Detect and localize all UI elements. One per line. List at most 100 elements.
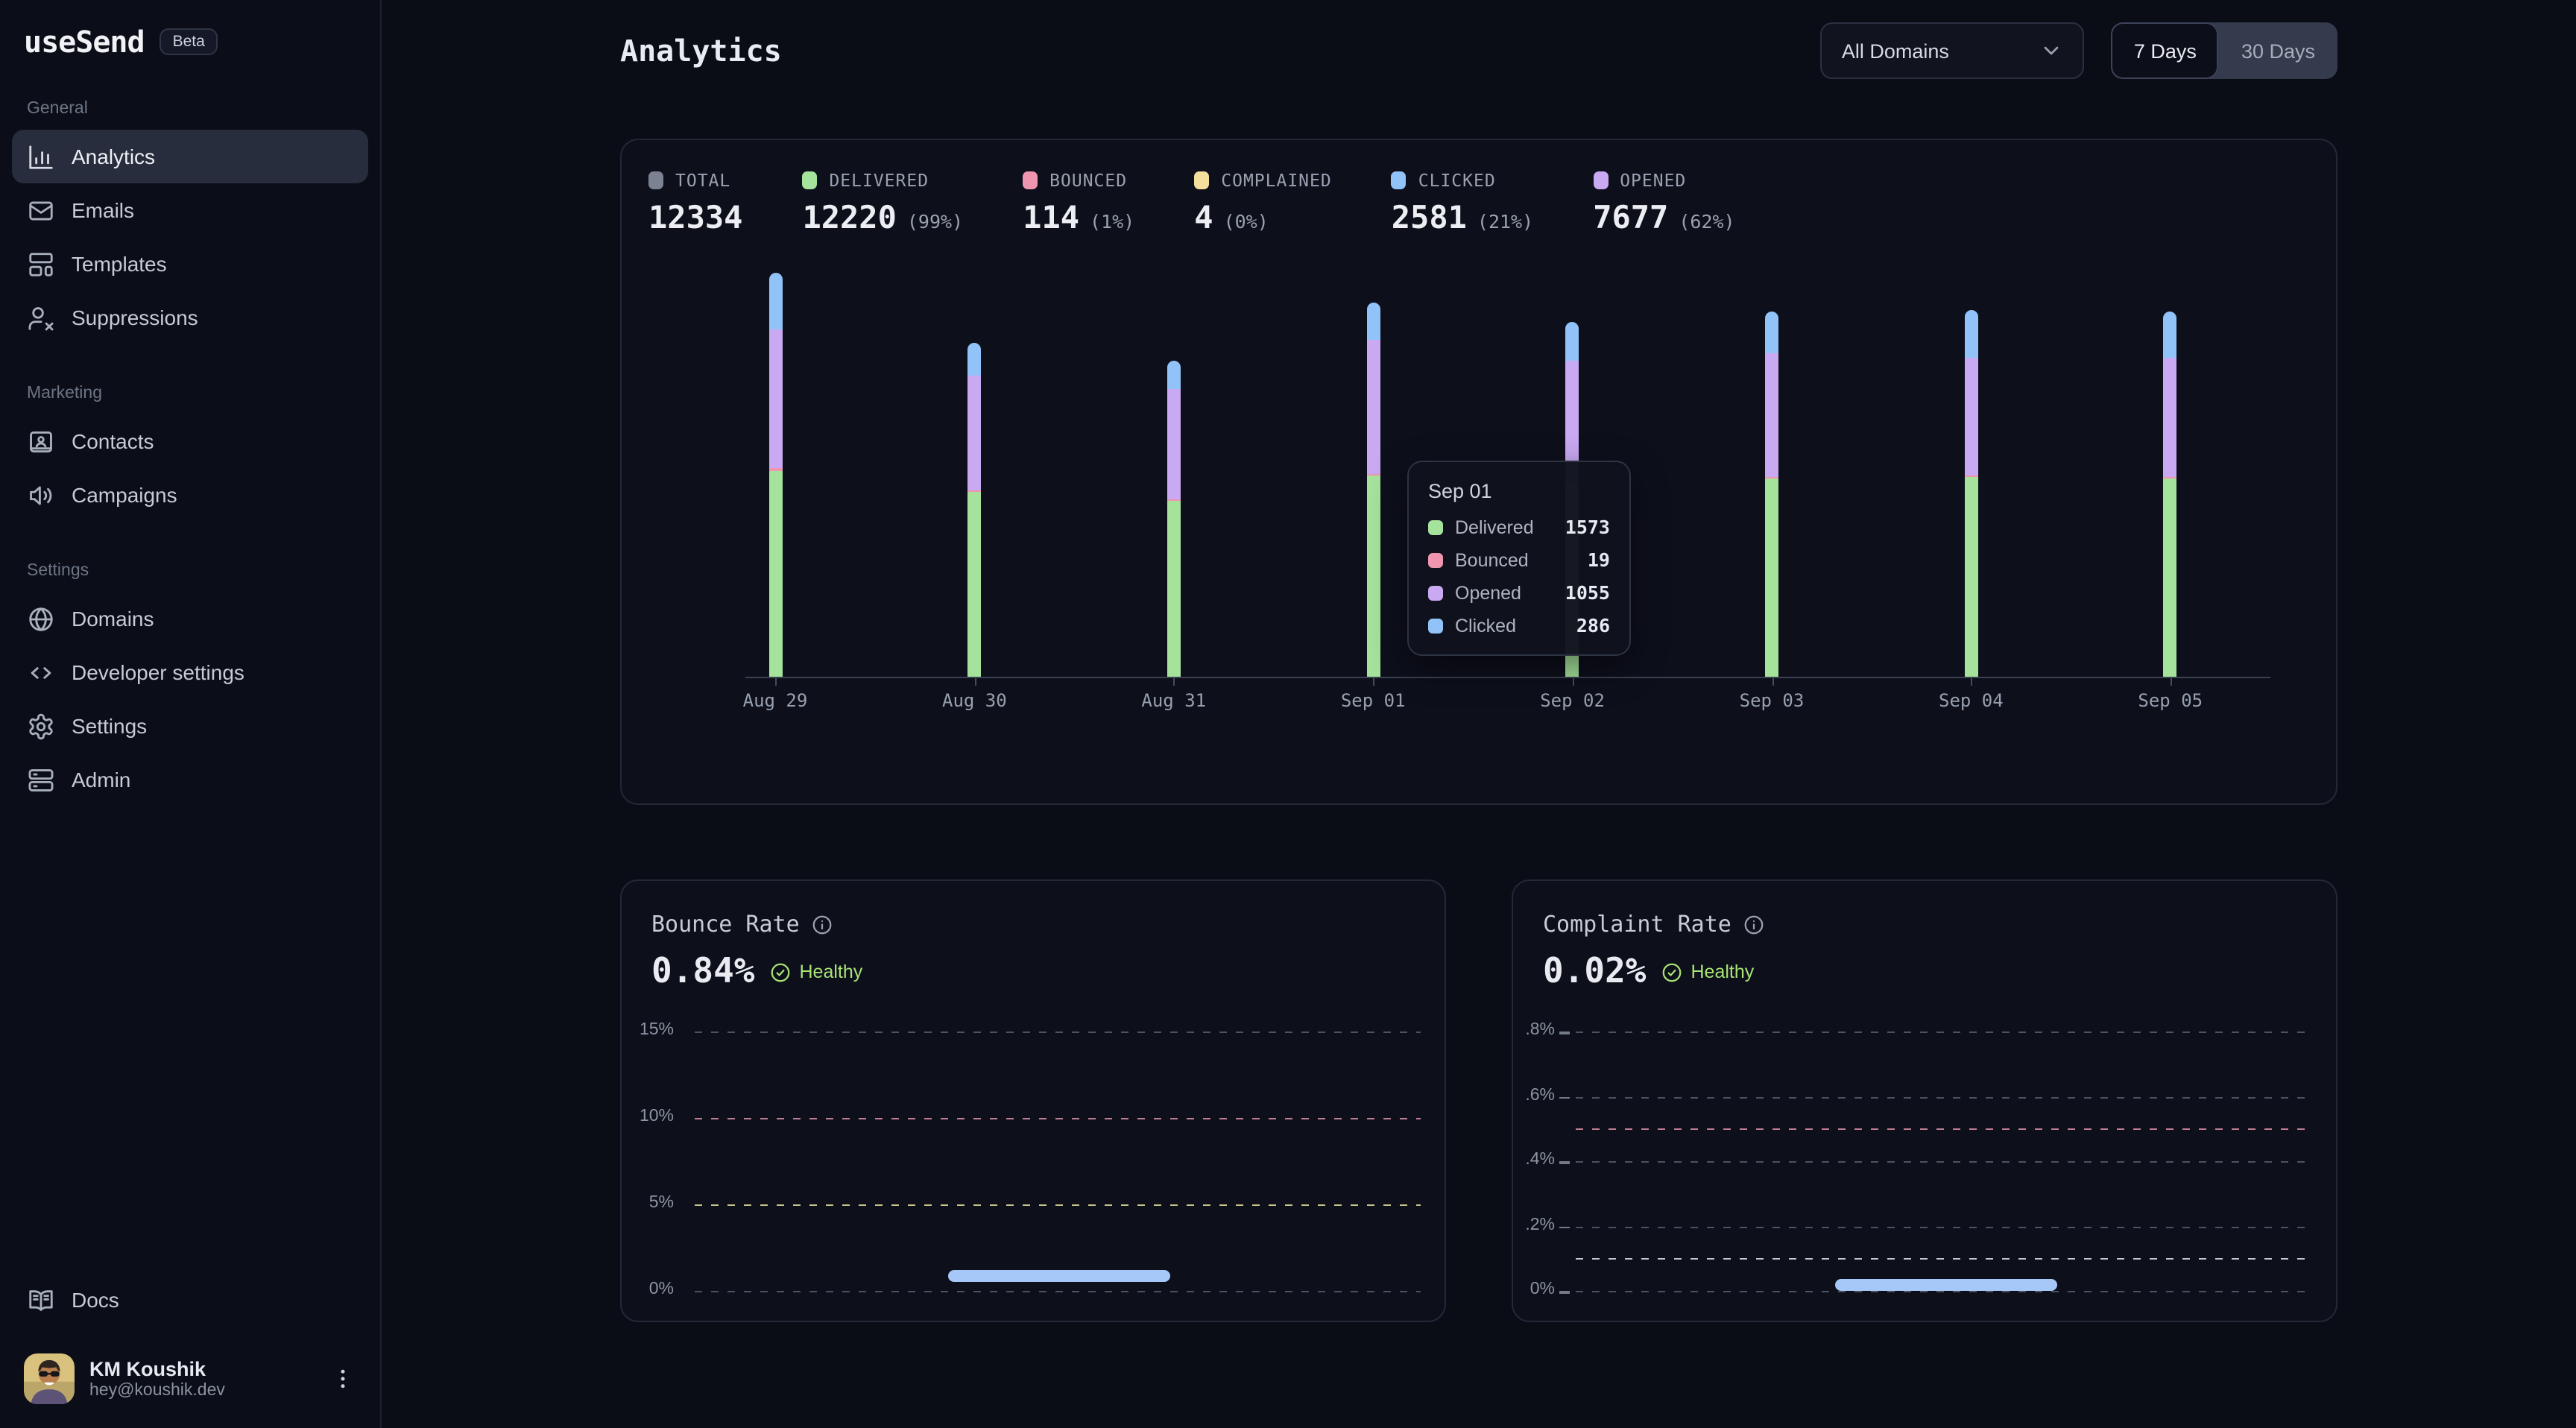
bar-chart-icon <box>27 142 55 171</box>
bar-sep-04[interactable] <box>1964 311 1977 677</box>
x-axis-tick <box>974 678 976 686</box>
sidebar-item-suppressions[interactable]: Suppressions <box>12 291 368 344</box>
beta-badge: Beta <box>160 28 218 55</box>
bar-segment-opened <box>967 376 981 490</box>
user-email: hey@koushik.dev <box>89 1382 315 1400</box>
legend-dot-icon <box>1428 618 1443 633</box>
sidebar-item-docs[interactable]: Docs <box>12 1273 368 1327</box>
bar-segment-opened <box>2164 358 2177 477</box>
tooltip-row-bounced: Bounced19 <box>1428 549 1610 571</box>
range-toggle: 7 Days 30 Days <box>2112 22 2337 79</box>
bounce-rate-card: Bounce Rate 0.84% Healthy 15%10%5%0% <box>620 879 1446 1322</box>
gridline <box>695 1204 1421 1206</box>
sidebar-item-label: Contacts <box>72 429 154 453</box>
bar-segment-clicked <box>1366 303 1380 340</box>
sidebar-item-label: Suppressions <box>72 306 198 329</box>
bar-segment-clicked <box>1167 361 1181 390</box>
x-axis-label: Aug 29 <box>716 690 835 711</box>
gear-icon <box>27 712 55 740</box>
range-option-30-days[interactable]: 30 Days <box>2219 22 2337 79</box>
x-axis-label: Sep 05 <box>2111 690 2230 711</box>
domain-select-value: All Domains <box>1842 40 1949 62</box>
y-axis-tick <box>1559 1291 1570 1293</box>
bar-segment-delivered <box>967 492 981 677</box>
y-axis-label: 5% <box>625 1194 674 1212</box>
domain-select[interactable]: All Domains <box>1821 22 2085 79</box>
logo-row: useSend Beta <box>12 21 368 60</box>
x-axis-tick <box>1373 678 1374 686</box>
sidebar-item-analytics[interactable]: Analytics <box>12 130 368 183</box>
bar-segment-clicked <box>2164 312 2177 358</box>
sidebar-item-label: Developer settings <box>72 660 244 684</box>
bar-segment-opened <box>1366 339 1380 473</box>
avatar <box>24 1353 75 1404</box>
mail-icon <box>27 196 55 224</box>
bar-segment-delivered <box>1167 501 1181 677</box>
x-axis-label: Sep 01 <box>1313 690 1433 711</box>
y-axis-label: 0% <box>1516 1280 1555 1298</box>
app-window: useSend Beta GeneralAnalyticsEmailsTempl… <box>0 0 2576 1428</box>
bar-aug-30[interactable] <box>967 342 981 677</box>
sidebar-item-domains[interactable]: Domains <box>12 592 368 645</box>
bar-segment-clicked <box>967 342 981 375</box>
sidebar-sections: General AnalyticsEmails Templates Suppressi… <box>12 60 368 806</box>
bar-sep-01[interactable] <box>1366 303 1380 677</box>
bar-segment-clicked <box>1765 312 1778 353</box>
sidebar-item-admin[interactable]: Admin <box>12 753 368 806</box>
main-area: Analytics All Domains 7 Days 30 Days TOT… <box>382 0 2576 1428</box>
x-axis-tick <box>775 678 777 686</box>
tooltip-row-clicked: Clicked286 <box>1428 614 1610 636</box>
tooltip-row-opened: Opened1055 <box>1428 581 1610 604</box>
sidebar-item-label: Admin <box>72 768 130 792</box>
sidebar-section-label: Marketing <box>12 385 368 402</box>
bar-aug-29[interactable] <box>768 273 782 677</box>
x-axis-tick <box>2171 678 2172 686</box>
x-axis-tick <box>1971 678 1972 686</box>
email-volume-card: TOTAL12334DELIVERED12220(99%)BOUNCED114(… <box>620 139 2337 805</box>
sidebar-item-templates[interactable]: Templates <box>12 237 368 291</box>
tooltip-rows: Delivered1573Bounced19Opened1055Clicked2… <box>1428 516 1610 636</box>
sidebar-item-developer-settings[interactable]: Developer settings <box>12 645 368 699</box>
x-axis-label: Sep 03 <box>1712 690 1831 711</box>
gridline <box>695 1031 1421 1033</box>
bar-segment-clicked <box>1566 322 1579 360</box>
sidebar-item-campaigns[interactable]: Campaigns <box>12 468 368 522</box>
x-axis-label: Sep 04 <box>1911 690 2030 711</box>
gridline <box>1576 1226 2312 1228</box>
bar-sep-03[interactable] <box>1765 312 1778 677</box>
sidebar-section-label: General <box>12 100 368 118</box>
bar-segment-delivered <box>1964 476 1977 676</box>
bar-segment-delivered <box>1765 478 1778 677</box>
y-axis-tick <box>1559 1096 1570 1099</box>
bar-segment-opened <box>768 330 782 469</box>
x-axis-tick <box>1573 678 1574 686</box>
bar-aug-31[interactable] <box>1167 361 1181 677</box>
tooltip-series-value: 19 <box>1588 549 1610 571</box>
x-axis-label: Sep 02 <box>1513 690 1632 711</box>
contact-card-icon <box>27 427 55 455</box>
header-controls: All Domains 7 Days 30 Days <box>1821 22 2337 79</box>
tooltip-series-label: Clicked <box>1455 615 1565 636</box>
bar-sep-05[interactable] <box>2164 312 2177 677</box>
sidebar-item-emails[interactable]: Emails <box>12 183 368 237</box>
sidebar-item-settings[interactable]: Settings <box>12 699 368 753</box>
bar-segment-opened <box>1765 353 1778 476</box>
sidebar-item-label: Templates <box>72 252 167 276</box>
range-option-7-days[interactable]: 7 Days <box>2112 22 2219 79</box>
topbar: Analytics All Domains 7 Days 30 Days <box>620 21 2337 80</box>
rates-row: Bounce Rate 0.84% Healthy 15%10%5%0% <box>620 879 2337 1322</box>
sidebar-item-label: Settings <box>72 714 147 738</box>
more-vertical-icon[interactable] <box>329 1365 356 1392</box>
y-axis-label: .2% <box>1516 1216 1555 1233</box>
legend-dot-icon <box>1428 552 1443 567</box>
x-axis-tick <box>1174 678 1175 686</box>
complaint-rate-chart: .8%.6%.4%.2%0% <box>1513 881 2336 1321</box>
page-title: Analytics <box>620 33 782 69</box>
layout-template-icon <box>27 250 55 278</box>
sidebar-section-label: Settings <box>12 562 368 580</box>
gridline <box>1576 1031 2312 1033</box>
tooltip-series-label: Opened <box>1455 582 1553 603</box>
sidebar-item-contacts[interactable]: Contacts <box>12 414 368 468</box>
app-logo: useSend <box>24 24 145 60</box>
sidebar: useSend Beta General AnalyticsEmails Templ… <box>0 0 382 1428</box>
